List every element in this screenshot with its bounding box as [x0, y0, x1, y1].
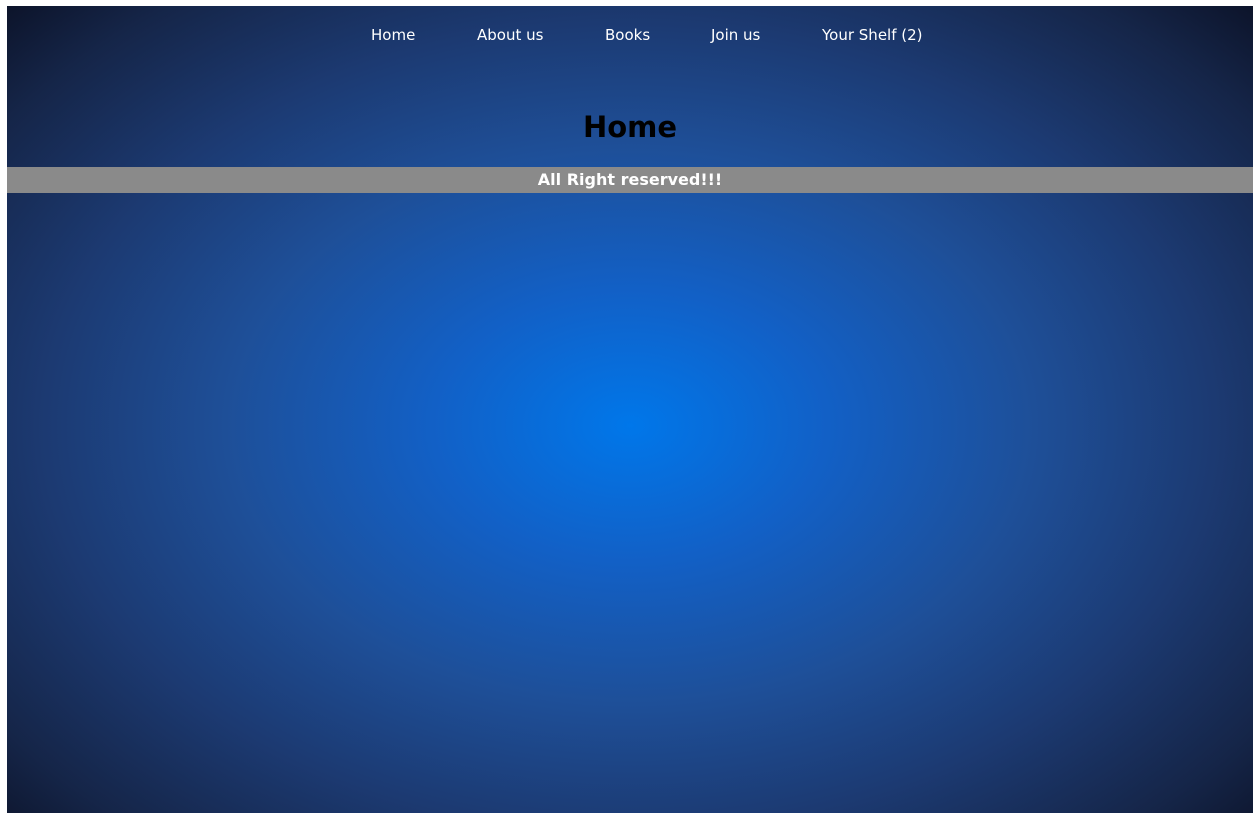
- nav-link-join-us[interactable]: Join us: [711, 26, 760, 44]
- footer-copyright-text: All Right reserved!!!: [537, 170, 723, 189]
- nav-link-home[interactable]: Home: [371, 26, 415, 44]
- nav-link-books[interactable]: Books: [605, 26, 650, 44]
- page-background: Home About us Books Join us Your Shelf (…: [7, 6, 1253, 813]
- top-navigation: Home About us Books Join us Your Shelf (…: [7, 6, 1253, 68]
- page-title: Home: [582, 110, 678, 144]
- nav-link-about-us[interactable]: About us: [477, 26, 543, 44]
- footer-bar: All Right reserved!!!: [7, 167, 1253, 193]
- nav-link-your-shelf[interactable]: Your Shelf (2): [822, 26, 923, 44]
